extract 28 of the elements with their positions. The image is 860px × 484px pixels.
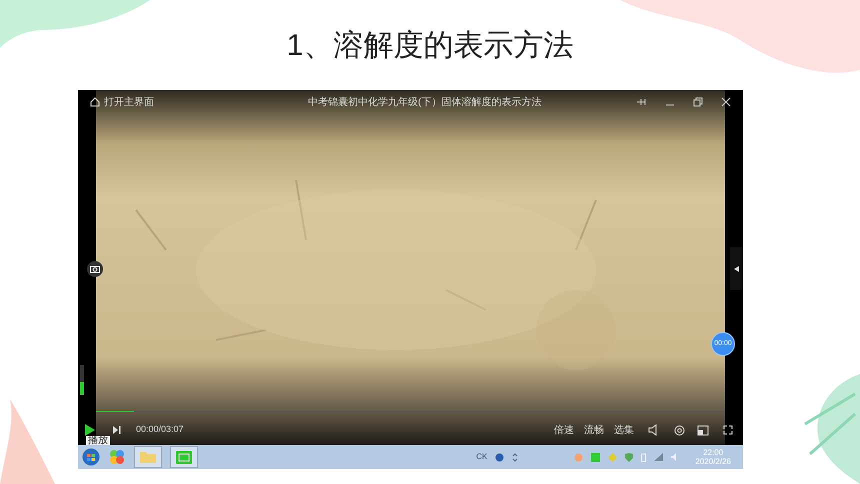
fullscreen-icon[interactable] (723, 425, 733, 435)
pin-icon[interactable] (635, 97, 647, 107)
caret-icon (734, 266, 739, 272)
player-option-button[interactable]: 选集 (614, 422, 634, 438)
slide-title: 1、溶解度的表示方法 (286, 28, 574, 64)
folder-icon (140, 451, 156, 463)
clock-date: 2020/2/26 (695, 457, 731, 466)
tooltip: 播放 (86, 436, 110, 445)
player-option-button[interactable]: 流畅 (584, 422, 604, 438)
time-display: 00:00/03:07 (136, 423, 184, 436)
close-icon[interactable] (721, 97, 731, 107)
globe-icon[interactable] (495, 452, 504, 462)
tray-expand-icon[interactable] (512, 452, 518, 462)
clock-time: 22:00 (703, 448, 724, 457)
settings-icon[interactable] (674, 424, 685, 436)
camera-icon[interactable] (87, 261, 103, 277)
picture-in-picture-icon[interactable] (697, 424, 709, 436)
restore-icon[interactable] (693, 97, 703, 107)
input-method-indicator[interactable]: CK (476, 451, 488, 463)
home-link[interactable]: 打开主界面 (104, 94, 154, 110)
player-option-button[interactable]: 倍速 (554, 422, 574, 438)
start-button[interactable] (82, 448, 100, 466)
next-icon[interactable] (112, 425, 122, 435)
volume-track[interactable] (80, 365, 84, 395)
home-icon[interactable] (90, 97, 100, 107)
tv-icon (176, 450, 192, 464)
side-panel-tab[interactable] (730, 247, 743, 290)
video-title: 中考锦囊初中化学九年级(下）固体溶解度的表示方法 (308, 96, 542, 110)
